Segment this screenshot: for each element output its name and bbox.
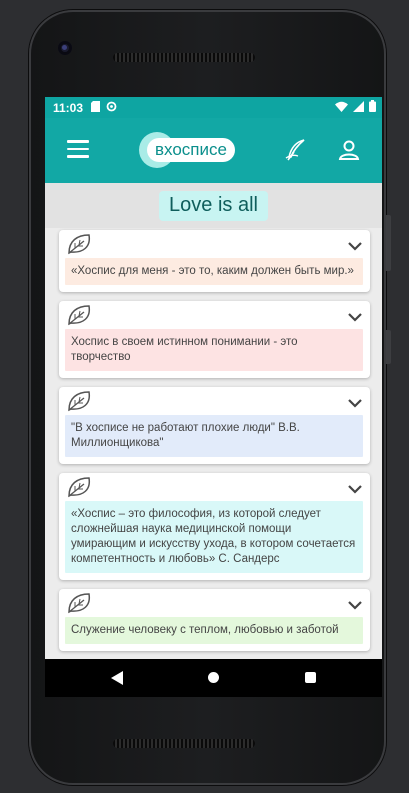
quote-text: «Хоспис для меня - это то, каким должен … xyxy=(65,258,363,285)
card-header xyxy=(65,390,363,415)
hamburger-menu-icon[interactable] xyxy=(67,140,89,158)
status-time: 11:03 xyxy=(53,100,84,115)
quote-card[interactable]: «Хоспис – это философия, из которой след… xyxy=(59,473,370,580)
leaf-icon xyxy=(67,592,93,614)
leaf-icon xyxy=(67,233,93,255)
app-bar: вхосписе xyxy=(45,118,382,183)
app-logo-text: вхосписе xyxy=(147,138,235,162)
wifi-icon xyxy=(335,101,348,115)
top-speaker-grille xyxy=(113,53,255,62)
chevron-down-icon[interactable] xyxy=(347,598,363,612)
signal-icon xyxy=(353,100,364,115)
power-button xyxy=(386,330,391,364)
home-circle-icon[interactable] xyxy=(208,672,219,683)
quote-text: «Хоспис – это философия, из которой след… xyxy=(65,501,363,573)
system-nav-bar xyxy=(45,659,382,697)
chevron-down-icon[interactable] xyxy=(347,482,363,496)
card-header xyxy=(65,592,363,617)
leaf-icon xyxy=(67,304,93,326)
quote-card[interactable]: Служение человеку с теплом, любовью и за… xyxy=(59,589,370,651)
bottom-speaker-grille xyxy=(113,739,255,748)
leaf-icon xyxy=(67,390,93,412)
card-header xyxy=(65,233,363,258)
battery-icon xyxy=(369,100,376,115)
chevron-down-icon[interactable] xyxy=(347,396,363,410)
volume-button xyxy=(386,215,391,271)
section-header: Love is all xyxy=(45,183,382,228)
front-camera xyxy=(58,41,72,55)
person-icon[interactable] xyxy=(337,138,361,162)
app-screen: 11:03 вхосписе Love is all «Хоспис для м… xyxy=(45,97,382,659)
chevron-down-icon[interactable] xyxy=(347,310,363,324)
chevron-down-icon[interactable] xyxy=(347,239,363,253)
card-header xyxy=(65,304,363,329)
leaf-icon xyxy=(67,476,93,498)
quote-card[interactable]: "В хосписе не работают плохие люди" В.В.… xyxy=(59,387,370,464)
section-title: Love is all xyxy=(159,190,268,221)
quote-text: Хоспис в своем истинном понимании - это … xyxy=(65,329,363,371)
quote-feed[interactable]: «Хоспис для меня - это то, каким должен … xyxy=(45,228,382,651)
sync-icon xyxy=(106,101,117,115)
quote-card[interactable]: «Хоспис для меня - это то, каким должен … xyxy=(59,230,370,292)
sd-card-icon xyxy=(91,100,101,115)
card-header xyxy=(65,476,363,501)
recents-square-icon[interactable] xyxy=(305,672,316,683)
app-logo[interactable]: вхосписе xyxy=(139,132,235,168)
status-bar: 11:03 xyxy=(45,97,382,118)
quote-text: "В хосписе не работают плохие люди" В.В.… xyxy=(65,415,363,457)
quote-text: Служение человеку с теплом, любовью и за… xyxy=(65,617,363,644)
back-triangle-icon[interactable] xyxy=(111,671,123,690)
quote-card[interactable]: Хоспис в своем истинном понимании - это … xyxy=(59,301,370,378)
quill-pen-icon[interactable] xyxy=(284,138,308,162)
